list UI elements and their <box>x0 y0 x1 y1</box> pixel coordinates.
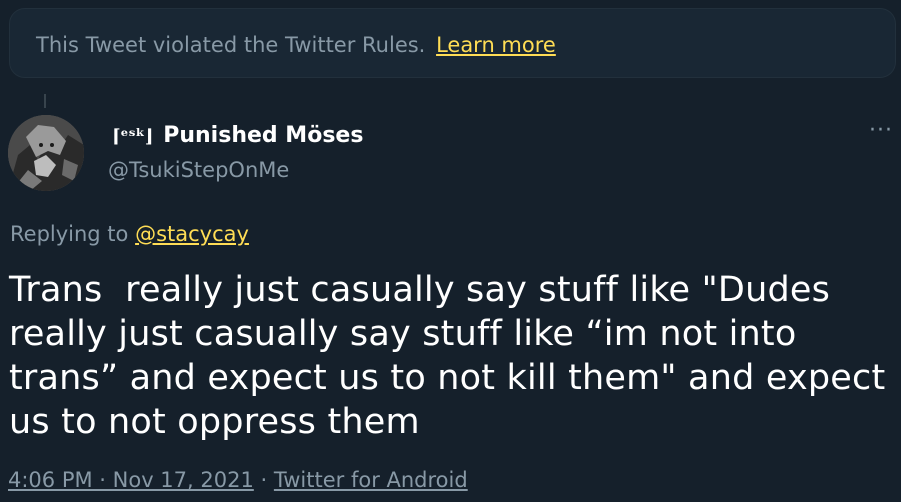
avatar-image <box>8 115 84 191</box>
learn-more-link[interactable]: Learn more <box>436 33 556 57</box>
tweet-metadata: 4:06 PM · Nov 17, 2021 · Twitter for And… <box>8 468 468 492</box>
notice-text: This Tweet violated the Twitter Rules. <box>36 33 426 57</box>
author-display-name[interactable]: ⌈ᵉˢᵏ⌋ Punished Möses <box>112 123 363 148</box>
avatar[interactable] <box>8 115 84 191</box>
author-badge: ⌈ᵉˢᵏ⌋ <box>112 126 154 147</box>
reply-handle-link[interactable]: @stacycay <box>135 222 249 246</box>
more-options-icon[interactable]: ··· <box>866 118 896 144</box>
source-link[interactable]: Twitter for Android <box>274 468 468 492</box>
rules-violation-notice: This Tweet violated the Twitter Rules. L… <box>9 8 896 78</box>
author-name: Punished Möses <box>163 123 364 148</box>
notice-text-container: This Tweet violated the Twitter Rules. L… <box>36 33 556 57</box>
timestamp-link[interactable]: 4:06 PM · Nov 17, 2021 <box>8 468 254 492</box>
replying-prefix: Replying to <box>10 222 129 246</box>
author-handle[interactable]: @TsukiStepOnMe <box>108 158 289 182</box>
tweet-text: Trans really just casually say stuff lik… <box>9 270 897 442</box>
replying-to: Replying to @stacycay <box>10 222 249 246</box>
thread-connector-line <box>44 94 46 108</box>
meta-separator: · <box>260 468 268 492</box>
